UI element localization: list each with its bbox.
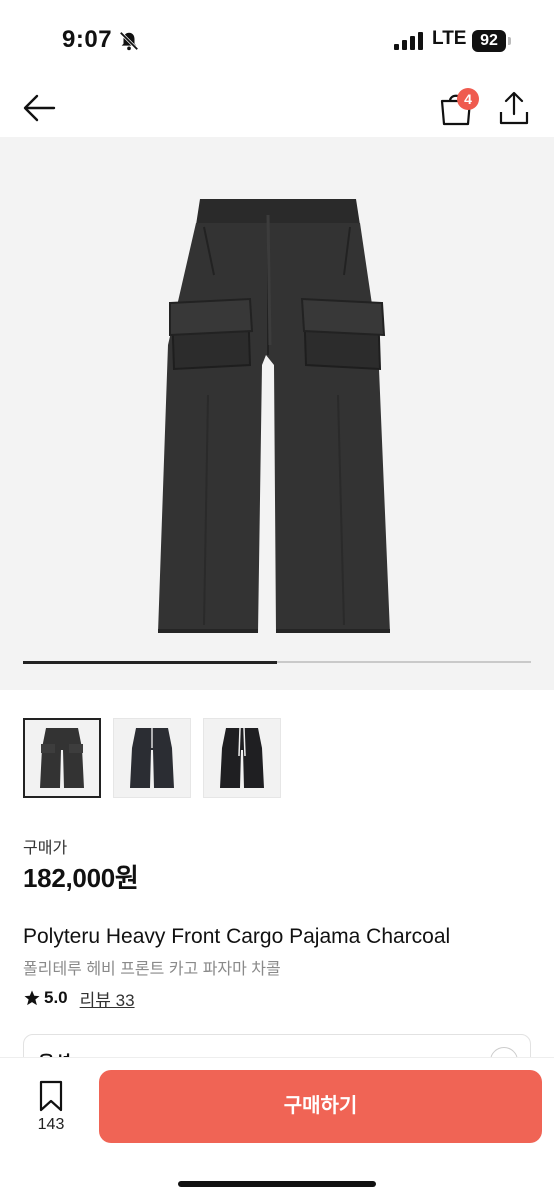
- thumbnail-strip: [23, 718, 281, 798]
- network-type: LTE: [432, 28, 467, 49]
- home-indicator: [178, 1181, 376, 1187]
- product-image-gallery[interactable]: [0, 137, 554, 690]
- rating-value: 5.0: [44, 988, 68, 1007]
- cart-count-badge: 4: [457, 88, 479, 110]
- status-time: 9:07: [62, 26, 113, 53]
- battery-level: 92: [472, 30, 506, 52]
- review-link[interactable]: 리뷰 33: [80, 986, 135, 1011]
- gallery-progress-fill: [23, 660, 277, 664]
- buy-button[interactable]: 구매하기: [99, 1070, 542, 1143]
- thumbnail-image: [40, 728, 84, 788]
- wishlist-button[interactable]: 143: [26, 1080, 76, 1140]
- top-nav: 4: [0, 80, 554, 136]
- back-button[interactable]: [20, 90, 60, 126]
- thumbnail-1[interactable]: [23, 718, 101, 798]
- rating-row: 5.0 리뷰 33: [23, 986, 135, 1011]
- bookmark-icon: [39, 1080, 63, 1112]
- signal-icon: [394, 32, 423, 50]
- battery-tip: [508, 37, 511, 45]
- bell-off-icon: [119, 31, 139, 51]
- product-price: 182,000원: [23, 863, 139, 893]
- wishlist-count: 143: [37, 1116, 65, 1133]
- bottom-action-bar: 143 구매하기: [0, 1058, 554, 1200]
- thumbnail-image: [130, 728, 174, 788]
- star-icon: [24, 990, 40, 1006]
- thumbnail-image: [220, 727, 264, 788]
- product-title: Polyteru Heavy Front Cargo Pajama Charco…: [23, 925, 451, 948]
- thumbnail-3[interactable]: [203, 718, 281, 798]
- thumbnail-2[interactable]: [113, 718, 191, 798]
- product-image: [158, 199, 390, 633]
- status-bar: 9:07 LTE 92: [0, 0, 554, 80]
- product-title-korean: 폴리테루 헤비 프론트 카고 파자마 차콜: [23, 961, 281, 978]
- gallery-progress: [23, 660, 531, 664]
- share-icon[interactable]: [496, 88, 532, 128]
- price-label: 구매가: [23, 840, 68, 857]
